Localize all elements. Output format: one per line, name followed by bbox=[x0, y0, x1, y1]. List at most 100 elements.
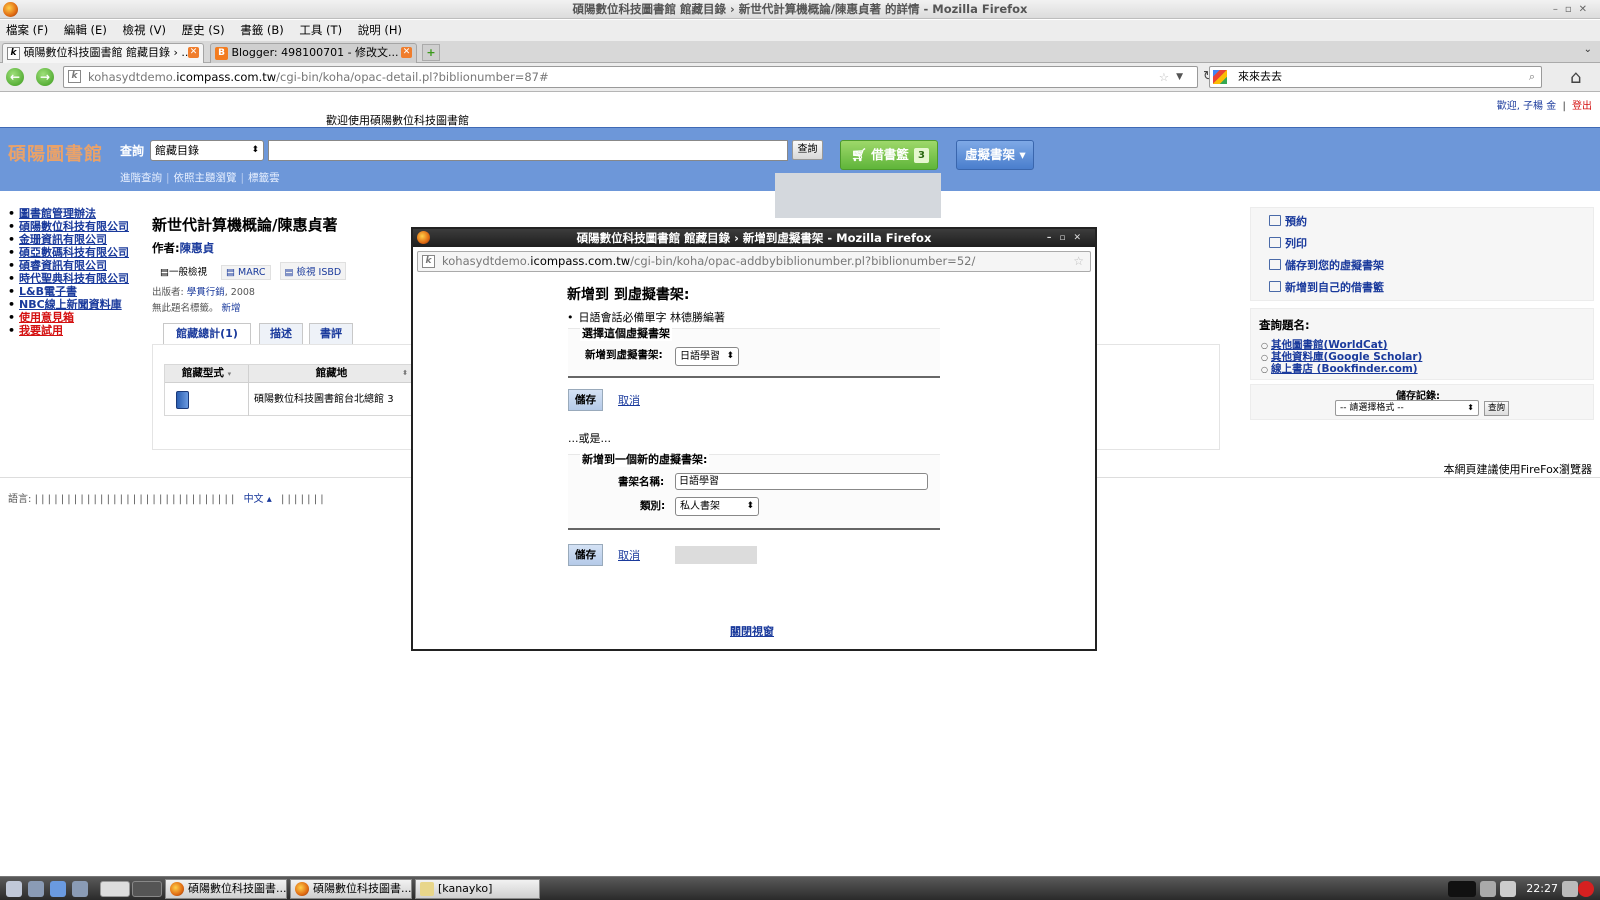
logout-link[interactable]: 登出 bbox=[1572, 101, 1592, 112]
lists-button[interactable]: 虛擬書架 ▾ bbox=[956, 140, 1034, 170]
nav-item[interactable]: 時代聖典科技有限公司 bbox=[8, 272, 129, 285]
select-arrows-icon: ⬍ bbox=[1467, 403, 1474, 412]
shelf-name-input[interactable]: 日語學習 bbox=[675, 473, 928, 490]
network-icon[interactable] bbox=[1480, 881, 1496, 897]
save-to-list-link[interactable]: 儲存到您的虛擬書架 bbox=[1269, 257, 1384, 273]
desktop-switcher-icon[interactable] bbox=[72, 881, 88, 897]
search-icon[interactable]: ⌕ bbox=[1529, 67, 1535, 87]
column-header[interactable]: 館藏型式 ▾ bbox=[165, 365, 249, 382]
nav-item[interactable]: 使用意見箱 bbox=[8, 311, 129, 324]
menu-file[interactable]: 檔案 (F) bbox=[6, 23, 48, 37]
menu-view[interactable]: 檢視 (V) bbox=[122, 23, 166, 37]
nav-item[interactable]: L&B電子書 bbox=[8, 285, 129, 298]
add-tag-link[interactable]: 新增 bbox=[222, 303, 241, 314]
close-tab-icon[interactable]: ✕ bbox=[401, 47, 412, 58]
clock[interactable]: 22:27 bbox=[1526, 877, 1558, 900]
home-icon[interactable]: ⌂ bbox=[1570, 67, 1581, 88]
task-label: 碩陽數位科技圖書... bbox=[188, 882, 287, 895]
browse-subject-link[interactable]: 依照主題瀏覽 bbox=[174, 172, 237, 184]
battery-icon[interactable] bbox=[1500, 881, 1516, 897]
browser-launcher-icon[interactable] bbox=[50, 881, 66, 897]
tab-isbd-view[interactable]: ▤ 檢視 ISBD bbox=[279, 262, 347, 280]
nav-item[interactable]: NBC線上新聞資料庫 bbox=[8, 298, 129, 311]
tab-list-chevron-icon[interactable]: ⌄ bbox=[1584, 44, 1592, 55]
format-go-button[interactable]: 查詢 bbox=[1484, 401, 1509, 416]
back-arrow-icon[interactable]: ← bbox=[6, 68, 24, 86]
menu-edit[interactable]: 編輯 (E) bbox=[64, 23, 107, 37]
doc-icon: ▤ bbox=[226, 267, 239, 278]
workspace-pager-icon[interactable] bbox=[100, 881, 130, 897]
popup-window-controls[interactable]: –▫✕ bbox=[1047, 229, 1089, 247]
nav-item[interactable]: 碩睿資訊有限公司 bbox=[8, 259, 129, 272]
language-options[interactable]: | | | | | | | | | | | | | | | | | | | | … bbox=[35, 494, 235, 505]
close-tab-icon[interactable]: ✕ bbox=[188, 47, 199, 58]
bookmark-star-icon[interactable]: ☆ bbox=[1159, 67, 1169, 87]
nav-item[interactable]: 碩亞數碼科技有限公司 bbox=[8, 246, 129, 259]
author-label: 作者: bbox=[152, 241, 180, 255]
cancel-link[interactable]: 取消 bbox=[618, 547, 640, 563]
print-link[interactable]: 列印 bbox=[1269, 235, 1307, 251]
language-current[interactable]: 中文 ▴ bbox=[244, 494, 272, 505]
tag-cloud-link[interactable]: 標籤雲 bbox=[248, 172, 280, 184]
add-to-cart-link[interactable]: 新增到自己的借書籃 bbox=[1269, 279, 1384, 295]
koha-favicon-icon: k bbox=[422, 255, 435, 268]
add-to-list-label: 新增到虛擬書架: bbox=[585, 349, 663, 361]
menu-history[interactable]: 歷史 (S) bbox=[182, 23, 225, 37]
bookmark-star-icon[interactable]: ☆ bbox=[1073, 252, 1084, 271]
volume-icon[interactable] bbox=[1562, 881, 1578, 897]
format-select[interactable]: -- 請選擇格式 -- ⬍ bbox=[1335, 400, 1479, 416]
library-logo[interactable]: 碩陽圖書館 bbox=[8, 140, 103, 166]
search-scope-select[interactable]: 館藏目錄 ⬍ bbox=[150, 140, 264, 161]
author-link[interactable]: 陳惠貞 bbox=[180, 241, 215, 255]
cancel-link[interactable]: 取消 bbox=[618, 392, 640, 408]
dropdown-arrow-icon[interactable]: ▼ bbox=[1176, 67, 1183, 87]
nav-item[interactable]: 碩陽數位科技有限公司 bbox=[8, 220, 129, 233]
address-bar[interactable]: k kohasydtdemo.icompass.com.tw/cgi-bin/k… bbox=[63, 66, 1198, 88]
header-label: 館藏地 bbox=[315, 367, 348, 379]
popup-address-bar[interactable]: k kohasydtdemo.icompass.com.tw/cgi-bin/k… bbox=[417, 251, 1091, 272]
tab-reviews[interactable]: 書評 bbox=[309, 323, 353, 344]
bookfinder-link[interactable]: 線上書店 (Bookfinder.com) bbox=[1261, 363, 1418, 376]
tab-marc-view[interactable]: ▤ MARC bbox=[221, 265, 271, 280]
taskbar-task[interactable]: [kanayko] bbox=[415, 879, 540, 899]
tab-holdings[interactable]: 館藏總計(1) bbox=[163, 323, 251, 344]
close-window-link[interactable]: 關閉視窗 bbox=[730, 623, 774, 639]
advanced-search-link[interactable]: 進階查詢 bbox=[120, 172, 162, 184]
tab-normal-view[interactable]: ▤一般檢視 bbox=[155, 262, 212, 280]
new-tab-icon[interactable]: + bbox=[422, 44, 440, 61]
action-label: 儲存到您的虛擬書架 bbox=[1285, 259, 1384, 272]
window-controls[interactable]: –▫✕ bbox=[1553, 0, 1594, 19]
existing-list-select[interactable]: 日語學習 ⬍ bbox=[675, 347, 739, 366]
cart-icon bbox=[1269, 281, 1281, 292]
search-button[interactable]: 查詢 bbox=[792, 140, 823, 160]
nav-item[interactable]: 金珊資訊有限公司 bbox=[8, 233, 129, 246]
start-menu-icon[interactable] bbox=[6, 881, 22, 897]
cart-button[interactable]: 🛒︎ 借書籃 3 bbox=[840, 140, 938, 170]
nav-item[interactable]: 我要試用 bbox=[8, 324, 129, 337]
menu-bookmarks[interactable]: 書籤 (B) bbox=[240, 23, 284, 37]
tab-description[interactable]: 描述 bbox=[259, 323, 303, 344]
save-button[interactable]: 儲存 bbox=[568, 389, 603, 411]
menu-help[interactable]: 說明 (H) bbox=[358, 23, 402, 37]
user-greeting[interactable]: 歡迎, 子楊 金 bbox=[1497, 101, 1557, 112]
url-host: icompass.com.tw bbox=[176, 70, 277, 84]
search-bar[interactable]: 來來去去 ⌕ bbox=[1209, 66, 1542, 88]
minimize-all-icon[interactable] bbox=[28, 881, 44, 897]
save-button[interactable]: 儲存 bbox=[568, 544, 603, 566]
category-select[interactable]: 私人書架 ⬍ bbox=[675, 497, 759, 516]
column-header[interactable]: 館藏地 ⬍ bbox=[249, 365, 415, 382]
catalog-search-input[interactable] bbox=[268, 140, 788, 161]
workspace-pager-icon[interactable] bbox=[132, 881, 162, 897]
tab-blogger[interactable]: B Blogger: 498100701 - 修改文... ✕ bbox=[210, 43, 417, 63]
tab-opac-detail[interactable]: k 碩陽數位科技圖書館 館藏目錄 › ... ✕ bbox=[2, 43, 204, 63]
language-options[interactable]: | | | | | | | bbox=[281, 494, 324, 505]
power-icon[interactable] bbox=[1578, 881, 1594, 897]
nav-item[interactable]: 圖書館管理辦法 bbox=[8, 207, 129, 220]
task-label: [kanayko] bbox=[438, 882, 493, 895]
place-hold-link[interactable]: 預約 bbox=[1269, 213, 1307, 229]
forward-arrow-icon[interactable]: → bbox=[36, 68, 54, 86]
taskbar-task[interactable]: 碩陽數位科技圖書... bbox=[290, 879, 412, 899]
taskbar-task[interactable]: 碩陽數位科技圖書... bbox=[165, 879, 287, 899]
publisher-link[interactable]: 學貫行銷 bbox=[187, 287, 225, 298]
menu-tools[interactable]: 工具 (T) bbox=[299, 23, 342, 37]
